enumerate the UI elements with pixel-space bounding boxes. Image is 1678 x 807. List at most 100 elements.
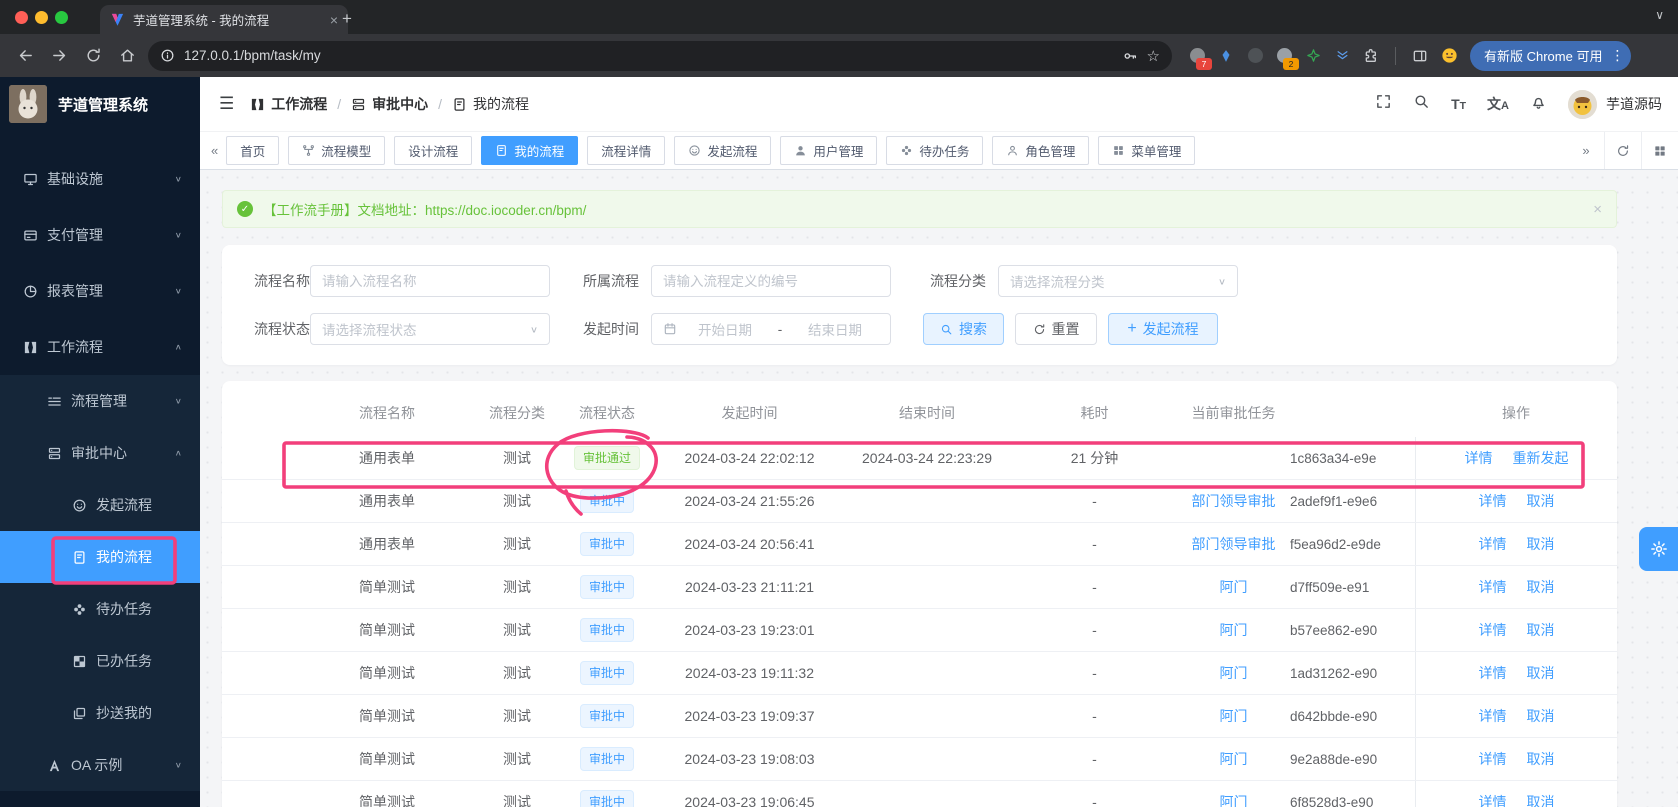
process-name-input[interactable] [310, 265, 550, 297]
extension-icon[interactable] [1302, 45, 1324, 67]
create-process-button[interactable]: + 发起流程 [1108, 313, 1218, 345]
fullscreen-icon[interactable] [1375, 93, 1392, 115]
url-text[interactable]: 127.0.0.1/bpm/task/my [184, 48, 1113, 63]
start-time-range-picker[interactable]: 开始日期 - 结束日期 [651, 313, 891, 345]
sidebar-item-11[interactable]: OA 示例 ∨ [0, 739, 200, 791]
row-action-0[interactable]: 详情 [1479, 749, 1507, 769]
row-action-1[interactable]: 取消 [1527, 706, 1555, 726]
tab-1[interactable]: 流程模型 [288, 136, 386, 165]
sidebar-item-4[interactable]: 流程管理 ∨ [0, 375, 200, 427]
row-action-0[interactable]: 详情 [1479, 577, 1507, 597]
row-action-1[interactable]: 取消 [1527, 577, 1555, 597]
sidebar-item-7[interactable]: 我的流程 [0, 531, 200, 583]
tab-6[interactable]: 用户管理 [780, 136, 878, 165]
end-date-placeholder[interactable]: 结束日期 [793, 319, 877, 339]
breadcrumb-item-0[interactable]: 工作流程 [250, 94, 327, 114]
breadcrumb-item-1[interactable]: 审批中心 [351, 94, 428, 114]
row-action-0[interactable]: 详情 [1465, 448, 1493, 468]
row-action-1[interactable]: 取消 [1527, 534, 1555, 554]
tab-5[interactable]: 发起流程 [674, 136, 772, 165]
process-category-select[interactable]: 请选择流程分类 ∨ [998, 265, 1238, 297]
row-action-0[interactable]: 详情 [1479, 706, 1507, 726]
profile-emoji-icon[interactable] [1438, 45, 1460, 67]
row-action-1[interactable]: 取消 [1527, 491, 1555, 511]
chrome-update-button[interactable]: 有新版 Chrome 可用 ⋮ [1470, 40, 1632, 71]
tab-4[interactable]: 流程详情 [587, 136, 666, 165]
tab-options-grid-icon[interactable] [1641, 132, 1678, 169]
table-settings-gear-icon[interactable] [1639, 527, 1678, 571]
row-action-0[interactable]: 详情 [1479, 792, 1507, 807]
extension-icon[interactable]: 7 [1186, 45, 1212, 70]
tab-close-icon[interactable]: × [330, 12, 338, 28]
sidebar-item-5[interactable]: 审批中心 ∧ [0, 427, 200, 479]
minimize-window-button[interactable] [35, 11, 48, 24]
browser-tab[interactable]: 芋道管理系统 - 我的流程 × [100, 5, 348, 34]
refresh-tab-icon[interactable] [1604, 132, 1641, 169]
tab-2[interactable]: 设计流程 [394, 136, 473, 165]
row-action-0[interactable]: 详情 [1479, 534, 1507, 554]
side-panel-icon[interactable] [1409, 45, 1431, 67]
sidebar-item-8[interactable]: 待办任务 [0, 583, 200, 635]
extensions-puzzle-icon[interactable] [1360, 45, 1382, 67]
tab-search-chevron-icon[interactable]: ∨ [1655, 8, 1664, 22]
sidebar-item-3[interactable]: 工作流程 ∧ [0, 319, 200, 375]
new-tab-button[interactable]: + [342, 9, 352, 29]
breadcrumb-item-2[interactable]: 我的流程 [452, 94, 529, 114]
collapse-menu-icon[interactable]: ☰ [219, 94, 234, 114]
search-button[interactable]: 搜索 [923, 313, 1004, 345]
tab-3[interactable]: 我的流程 [481, 136, 579, 165]
sidebar-item-2[interactable]: 报表管理 ∨ [0, 263, 200, 319]
task-link[interactable]: 阿门 [1220, 579, 1248, 595]
app-logo[interactable]: 芋道管理系统 [0, 77, 200, 131]
extension-icon[interactable] [1331, 45, 1353, 67]
address-bar[interactable]: 127.0.0.1/bpm/task/my ☆ [148, 40, 1172, 71]
font-size-icon[interactable]: TT [1451, 96, 1466, 112]
start-date-placeholder[interactable]: 开始日期 [683, 319, 767, 339]
back-icon[interactable] [12, 43, 38, 69]
scroll-right-icon[interactable]: » [1568, 132, 1604, 169]
process-definition-input[interactable] [651, 265, 891, 297]
close-window-button[interactable] [15, 11, 28, 24]
alert-close-icon[interactable]: × [1593, 201, 1602, 218]
scroll-left-icon[interactable]: « [211, 143, 218, 158]
task-link[interactable]: 部门领导审批 [1192, 493, 1276, 509]
extension-icon[interactable] [1244, 45, 1266, 67]
doc-link[interactable]: https://doc.iocoder.cn/bpm/ [425, 203, 586, 218]
task-link[interactable]: 阿门 [1220, 622, 1248, 638]
tab-9[interactable]: 菜单管理 [1098, 136, 1196, 165]
sidebar-item-1[interactable]: 支付管理 ∨ [0, 207, 200, 263]
row-action-1[interactable]: 重新发起 [1513, 448, 1569, 468]
notification-bell-icon[interactable] [1530, 93, 1547, 115]
bookmark-star-icon[interactable]: ☆ [1147, 47, 1160, 65]
row-action-1[interactable]: 取消 [1527, 620, 1555, 640]
row-action-1[interactable]: 取消 [1527, 792, 1555, 807]
reload-icon[interactable] [80, 43, 106, 69]
sidebar-item-9[interactable]: 已办任务 [0, 635, 200, 687]
sidebar-item-6[interactable]: 发起流程 [0, 479, 200, 531]
extension-icon[interactable] [1215, 45, 1237, 67]
user-avatar[interactable] [1568, 89, 1597, 119]
username[interactable]: 芋道源码 [1606, 94, 1662, 114]
home-icon[interactable] [114, 43, 140, 69]
zoom-window-button[interactable] [55, 11, 68, 24]
task-link[interactable]: 阿门 [1220, 794, 1248, 807]
tab-0[interactable]: 首页 [226, 136, 280, 165]
row-action-1[interactable]: 取消 [1527, 749, 1555, 769]
tab-8[interactable]: 角色管理 [992, 136, 1090, 165]
translate-icon[interactable]: 文A [1487, 94, 1509, 114]
extension-icon[interactable]: 2 [1273, 45, 1299, 70]
reset-button[interactable]: 重置 [1015, 313, 1097, 345]
password-key-icon[interactable] [1122, 48, 1138, 64]
task-link[interactable]: 阿门 [1220, 665, 1248, 681]
row-action-0[interactable]: 详情 [1479, 663, 1507, 683]
task-link[interactable]: 阿门 [1220, 751, 1248, 767]
forward-icon[interactable] [46, 43, 72, 69]
sidebar-item-0[interactable]: 基础设施 ∨ [0, 151, 200, 207]
sidebar-item-10[interactable]: 抄送我的 [0, 687, 200, 739]
browser-menu-icon[interactable]: ⋮ [1610, 47, 1624, 64]
task-link[interactable]: 部门领导审批 [1192, 536, 1276, 552]
process-status-select[interactable]: 请选择流程状态 ∨ [310, 313, 550, 345]
row-action-1[interactable]: 取消 [1527, 663, 1555, 683]
task-link[interactable]: 阿门 [1220, 708, 1248, 724]
row-action-0[interactable]: 详情 [1479, 491, 1507, 511]
